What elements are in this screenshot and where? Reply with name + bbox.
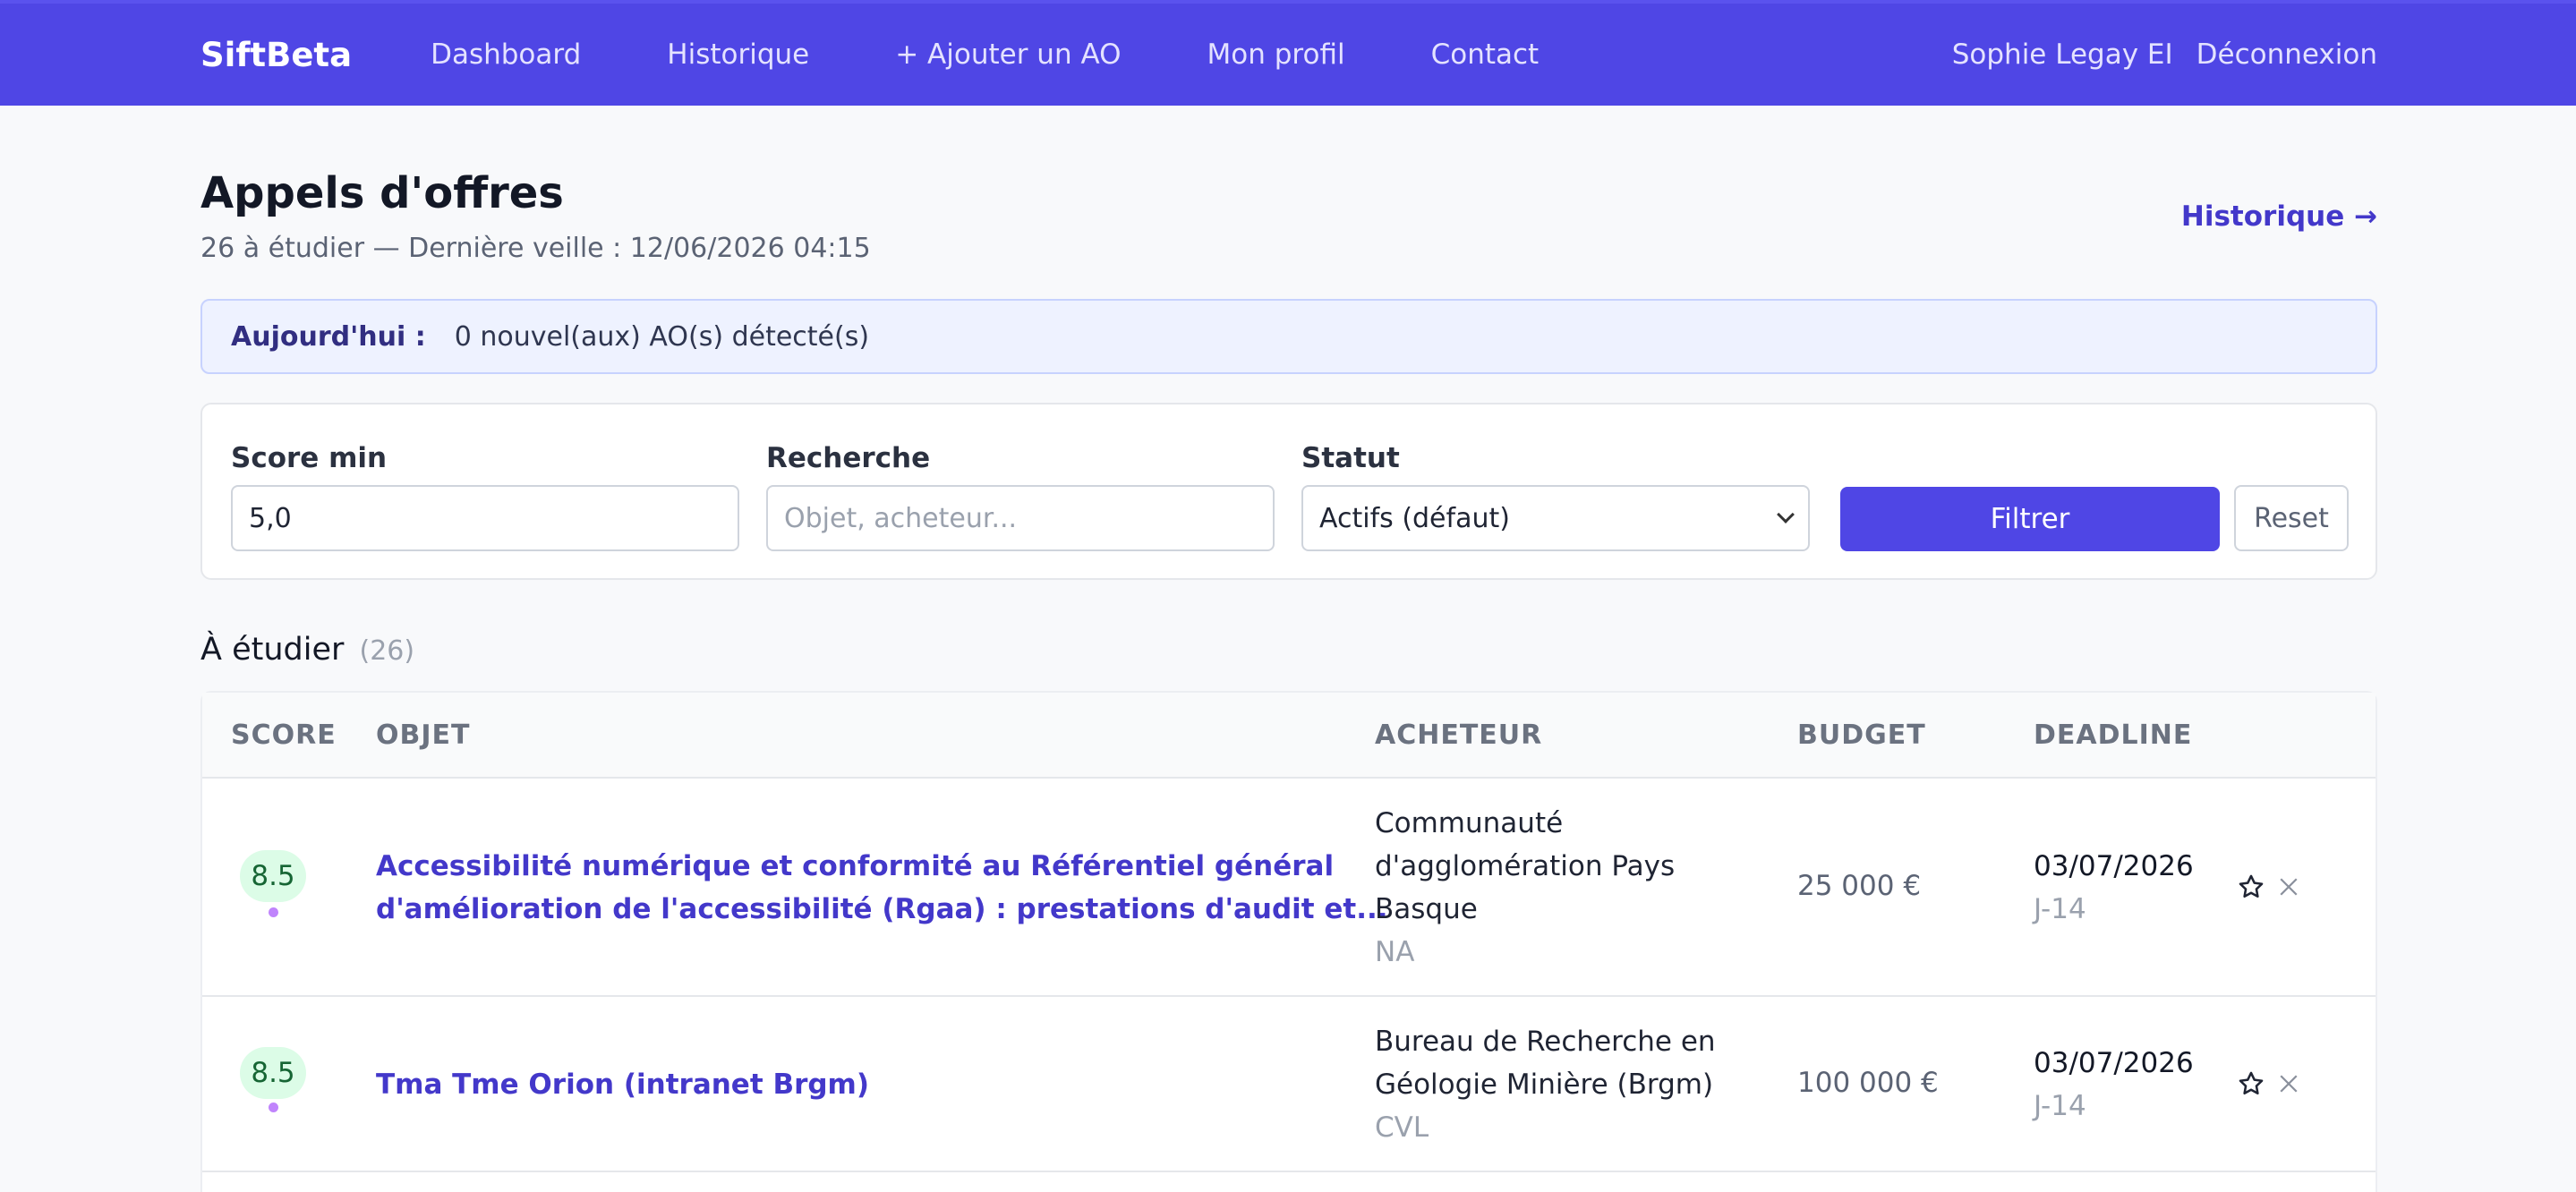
table-row[interactable]: 8.5 Accessibilité numérique et conformit… (202, 779, 2376, 997)
status-dot (269, 907, 278, 917)
page-subtitle: 26 à étudier — Dernière veille : 12/06/2… (200, 233, 871, 264)
logout-link[interactable]: Déconnexion (2196, 38, 2377, 71)
table-header: SCORE OBJET ACHETEUR BUDGET DEADLINE (202, 693, 2376, 779)
section-title-text: À étudier (200, 632, 345, 668)
ao-title-line: Tma Tme Orion (intranet Brgm) (376, 1069, 870, 1101)
table-row[interactable]: 8.5 Tma Tme Orion (intranet Brgm) Bureau… (202, 997, 2376, 1172)
chevron-down-icon (1777, 506, 1795, 524)
buyer-name-line: Communauté (1375, 807, 1564, 839)
close-icon[interactable] (2275, 873, 2302, 900)
today-text: 0 nouvel(aux) AO(s) détecté(s) (454, 320, 870, 353)
reset-button[interactable]: Reset (2234, 485, 2349, 551)
history-link[interactable]: Historique → (2181, 200, 2377, 233)
section-count: (26) (359, 635, 415, 667)
status-label: Statut (1301, 442, 1400, 474)
header-score[interactable]: SCORE (231, 719, 337, 751)
score-badge: 8.5 (240, 850, 306, 902)
score-min-input[interactable]: 5,0 (231, 485, 739, 551)
deadline-cell: 03/07/2026 J-14 (2034, 1042, 2194, 1128)
budget-value: 100 000 € (1797, 1067, 1939, 1099)
ao-table: SCORE OBJET ACHETEUR BUDGET DEADLINE 8.5… (200, 691, 2377, 1192)
filter-panel: Score min 5,0 Recherche Objet, acheteur.… (200, 403, 2377, 580)
nav-historique[interactable]: Historique (667, 38, 809, 71)
today-label: Aujourd'hui : (231, 320, 426, 353)
deadline-date: 03/07/2026 (2034, 1047, 2194, 1079)
deadline-countdown: J-14 (2034, 893, 2086, 925)
status-select[interactable]: Actifs (défaut) (1301, 485, 1810, 551)
nav-profile[interactable]: Mon profil (1207, 38, 1345, 71)
deadline-cell: 03/07/2026 J-14 (2034, 845, 2194, 931)
today-banner: Aujourd'hui : 0 nouvel(aux) AO(s) détect… (200, 299, 2377, 374)
budget-value: 25 000 € (1797, 870, 1922, 902)
deadline-date: 03/07/2026 (2034, 850, 2194, 882)
search-label: Recherche (766, 442, 931, 474)
header-acheteur[interactable]: ACHETEUR (1375, 719, 1542, 751)
user-name: Sophie Legay EI (1951, 38, 2173, 71)
deadline-countdown: J-14 (2034, 1090, 2086, 1122)
star-icon[interactable] (2236, 872, 2266, 902)
brand-logo[interactable]: SiftBeta (200, 36, 352, 74)
ao-title-link[interactable]: Accessibilité numérique et conformité au… (376, 845, 1388, 931)
star-icon[interactable] (2236, 1069, 2266, 1099)
nav-dashboard[interactable]: Dashboard (431, 38, 581, 71)
score-min-label: Score min (231, 442, 388, 474)
score-badge: 8.5 (240, 1047, 306, 1099)
status-dot (269, 1103, 278, 1112)
buyer-name-line: Géologie Minière (Brgm) (1375, 1069, 1714, 1101)
nav-add-ao[interactable]: + Ajouter un AO (895, 38, 1121, 71)
header-objet[interactable]: OBJET (376, 719, 471, 751)
header-deadline[interactable]: DEADLINE (2034, 719, 2192, 751)
nav-user-area: Sophie Legay EI Déconnexion (1952, 4, 2377, 106)
close-icon[interactable] (2275, 1070, 2302, 1097)
buyer-name-line: Basque (1375, 893, 1478, 925)
page-title: Appels d'offres (200, 168, 564, 218)
search-input[interactable]: Objet, acheteur... (766, 485, 1275, 551)
buyer-cell: Bureau de Recherche en Géologie Minière … (1375, 1020, 1716, 1149)
nav-contact[interactable]: Contact (1431, 38, 1540, 71)
header-budget[interactable]: BUDGET (1797, 719, 1926, 751)
top-navbar: SiftBeta Dashboard Historique + Ajouter … (0, 0, 2576, 106)
filter-button[interactable]: Filtrer (1840, 487, 2220, 551)
status-select-value: Actifs (défaut) (1319, 502, 1510, 534)
buyer-region: CVL (1375, 1111, 1429, 1144)
section-title: À étudier (26) (200, 632, 414, 668)
ao-title-line: d'amélioration de l'accessibilité (Rgaa)… (376, 893, 1388, 925)
buyer-name-line: Bureau de Recherche en (1375, 1026, 1716, 1058)
buyer-cell: Communauté d'agglomération Pays Basque N… (1375, 802, 1675, 974)
buyer-region: NA (1375, 936, 1415, 968)
buyer-name-line: d'agglomération Pays (1375, 850, 1676, 882)
ao-title-line: Accessibilité numérique et conformité au… (376, 850, 1335, 882)
ao-title-link[interactable]: Tma Tme Orion (intranet Brgm) (376, 1063, 869, 1106)
